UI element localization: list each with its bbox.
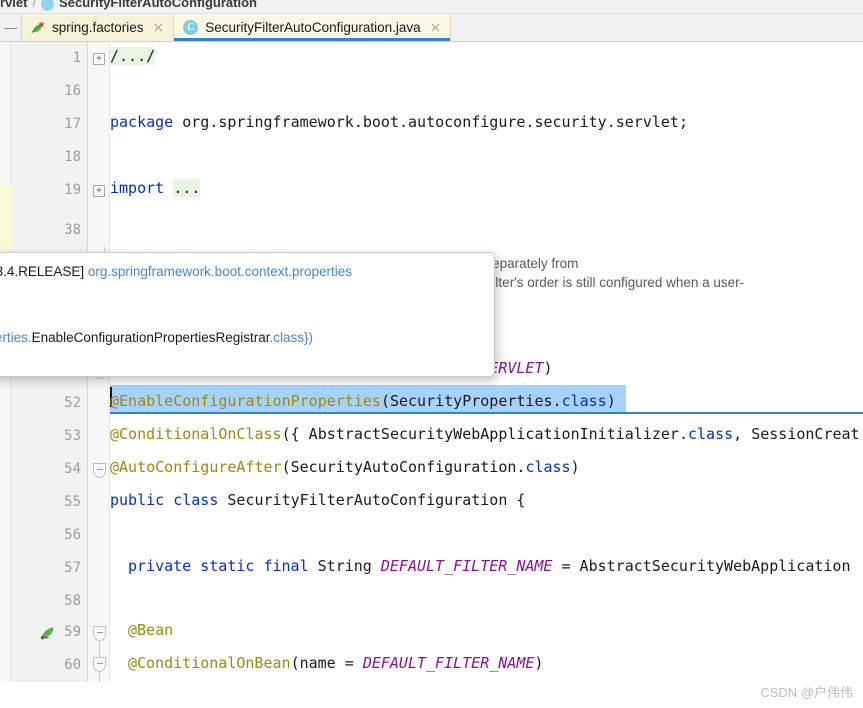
line-number: 58: [64, 593, 81, 609]
popup-line-2: UNTIME): [0, 294, 482, 315]
csdn-watermark: CSDN @户伟伟: [760, 685, 853, 700]
line-number: 60: [64, 657, 81, 673]
code-line-59[interactable]: @Bean: [128, 621, 173, 639]
code-line-1[interactable]: /.../: [110, 47, 156, 65]
fold-collapse-icon-54[interactable]: [93, 463, 106, 478]
popup-spacer-1: [0, 282, 482, 294]
tab-label: spring.factories: [52, 20, 144, 35]
popup-spacer-2: [0, 315, 482, 327]
code-line-19[interactable]: import ...: [110, 179, 201, 197]
code-line-52[interactable]: @EnableConfigurationProperties(SecurityP…: [110, 392, 616, 410]
caret-line-underline: [110, 412, 863, 414]
fold-expand-icon-1[interactable]: +: [93, 53, 105, 65]
line-number: 1: [72, 50, 81, 66]
watermark-strip: [0, 682, 863, 708]
popup-import-prefix: t.boot.context.properties.: [0, 330, 32, 345]
close-icon[interactable]: ×: [430, 21, 442, 35]
code-line-55[interactable]: public class SecurityFilterAutoConfigura…: [110, 491, 525, 509]
line-number: 52: [64, 395, 81, 411]
line-number: 19: [64, 182, 81, 198]
breadcrumb-segment-package[interactable]: rvlet: [0, 0, 27, 10]
line-number: 54: [64, 461, 81, 477]
spring-bean-gutter-icon[interactable]: [40, 624, 56, 640]
popup-import-suffix: .class}): [269, 330, 313, 345]
line-number: 55: [64, 494, 81, 510]
code-line-54[interactable]: @AutoConfigureAfter(SecurityAutoConfigur…: [110, 458, 580, 476]
quick-documentation-popup[interactable]: boot:spring-boot:2.3.4.RELEASE] org.spri…: [0, 252, 495, 377]
line-number: 17: [64, 116, 81, 132]
popup-line-1: boot:spring-boot:2.3.4.RELEASE] org.spri…: [0, 261, 482, 282]
tab-securityfilterautoconfiguration[interactable]: C SecurityFilterAutoConfiguration.java ×: [174, 14, 452, 41]
class-circle-icon: [41, 0, 55, 11]
line-number: 38: [64, 222, 81, 238]
breadcrumb-segment-class[interactable]: SecurityFilterAutoConfiguration: [59, 0, 257, 10]
fold-expand-icon-19[interactable]: +: [93, 185, 105, 197]
spring-leaf-icon: [31, 20, 46, 35]
code-line-17[interactable]: package org.springframework.boot.autocon…: [110, 113, 688, 131]
code-line-60[interactable]: @ConditionalOnBean(name = DEFAULT_FILTER…: [128, 654, 543, 672]
tab-label: SecurityFilterAutoConfiguration.java: [205, 20, 421, 35]
code-line-53[interactable]: @ConditionalOnClass({ AbstractSecurityWe…: [110, 425, 860, 443]
code-line-57[interactable]: private static final String DEFAULT_FILT…: [128, 557, 850, 575]
breadcrumb: rvlet / SecurityFilterAutoConfiguration: [0, 0, 863, 14]
line-number: 56: [64, 527, 81, 543]
tab-collapse-label: —: [4, 20, 17, 35]
line-number: 57: [64, 560, 81, 576]
popup-line-3: t.boot.context.properties.EnableConfigur…: [0, 327, 482, 348]
popup-coordinate-text: boot:spring-boot:2.3.4.RELEASE]: [0, 264, 85, 279]
tab-spring-factories[interactable]: spring.factories ×: [22, 14, 175, 41]
popup-registrar-class: EnableConfigurationPropertiesRegistrar: [31, 330, 270, 345]
breadcrumb-separator: /: [32, 0, 37, 10]
popup-package-link[interactable]: org.springframework.boot.context.propert…: [88, 264, 352, 279]
java-class-icon: C: [183, 20, 199, 35]
tab-collapse-icon[interactable]: —: [0, 14, 22, 41]
editor-tab-bar: — spring.factories × C SecurityFilterAut…: [0, 14, 863, 42]
ide-editor-window: rvlet / SecurityFilterAutoConfiguration …: [0, 0, 863, 708]
line-number: 18: [64, 149, 81, 165]
fold-collapse-icon-60[interactable]: [93, 657, 106, 672]
close-icon[interactable]: ×: [153, 21, 165, 35]
line-number: 53: [64, 428, 81, 444]
popup-line-4: gurationProperties: [0, 348, 482, 369]
line-number: 16: [64, 83, 81, 99]
fold-collapse-icon-59[interactable]: [93, 626, 106, 641]
